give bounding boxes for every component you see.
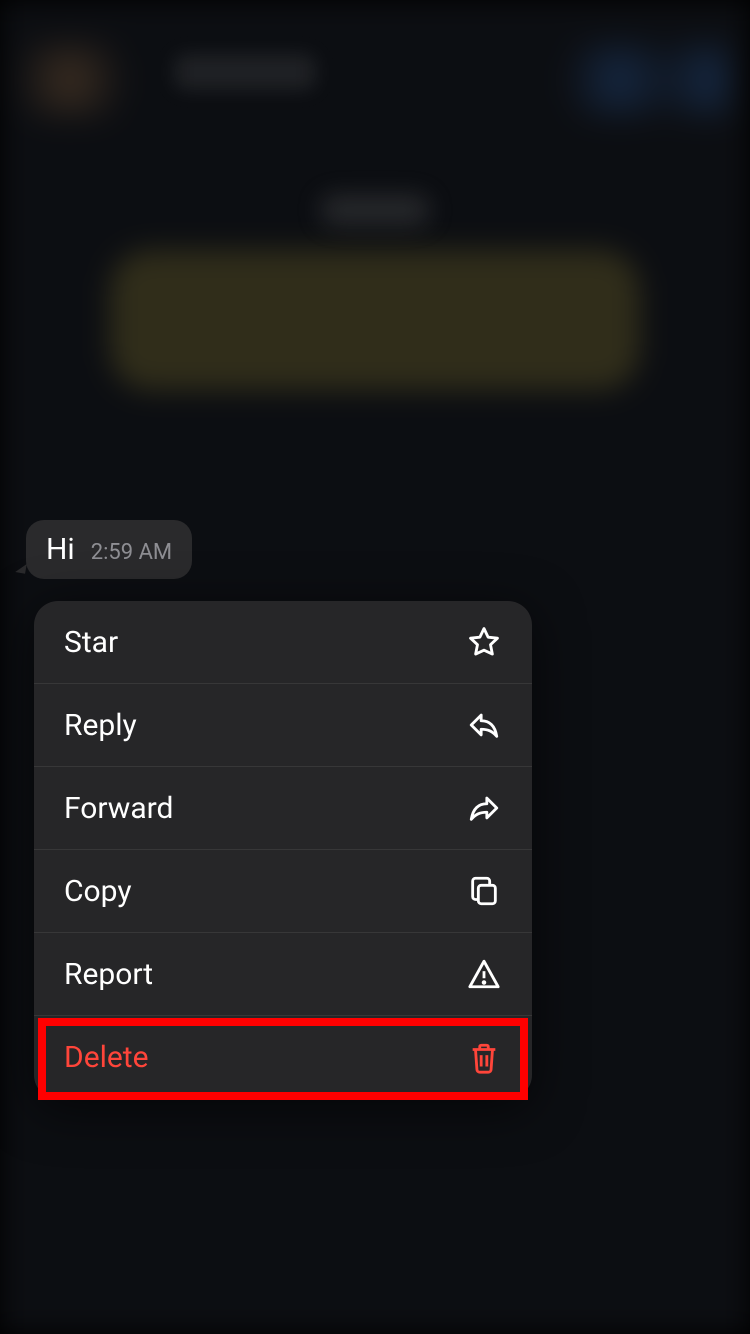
menu-item-label: Report xyxy=(64,957,153,992)
menu-item-report[interactable]: Report xyxy=(34,933,532,1016)
forward-icon xyxy=(466,790,502,826)
copy-icon xyxy=(466,873,502,909)
message-text: Hi xyxy=(46,532,75,567)
menu-item-label: Delete xyxy=(64,1040,149,1075)
menu-item-forward[interactable]: Forward xyxy=(34,767,532,850)
context-menu: Star Reply Forward Copy Report Delete xyxy=(34,601,532,1099)
menu-item-label: Forward xyxy=(64,791,173,826)
blurred-header-title xyxy=(175,55,315,89)
menu-item-star[interactable]: Star xyxy=(34,601,532,684)
message-bubble[interactable]: Hi 2:59 AM xyxy=(26,520,192,579)
menu-item-delete[interactable]: Delete xyxy=(34,1016,532,1099)
menu-item-label: Star xyxy=(64,625,118,660)
message-timestamp: 2:59 AM xyxy=(91,540,172,565)
menu-item-label: Reply xyxy=(64,708,137,743)
menu-item-copy[interactable]: Copy xyxy=(34,850,532,933)
reply-icon xyxy=(466,707,502,743)
menu-item-reply[interactable]: Reply xyxy=(34,684,532,767)
menu-item-label: Copy xyxy=(64,874,132,909)
blurred-date-pill xyxy=(320,195,430,225)
star-icon xyxy=(466,624,502,660)
report-icon xyxy=(466,956,502,992)
trash-icon xyxy=(466,1040,502,1076)
